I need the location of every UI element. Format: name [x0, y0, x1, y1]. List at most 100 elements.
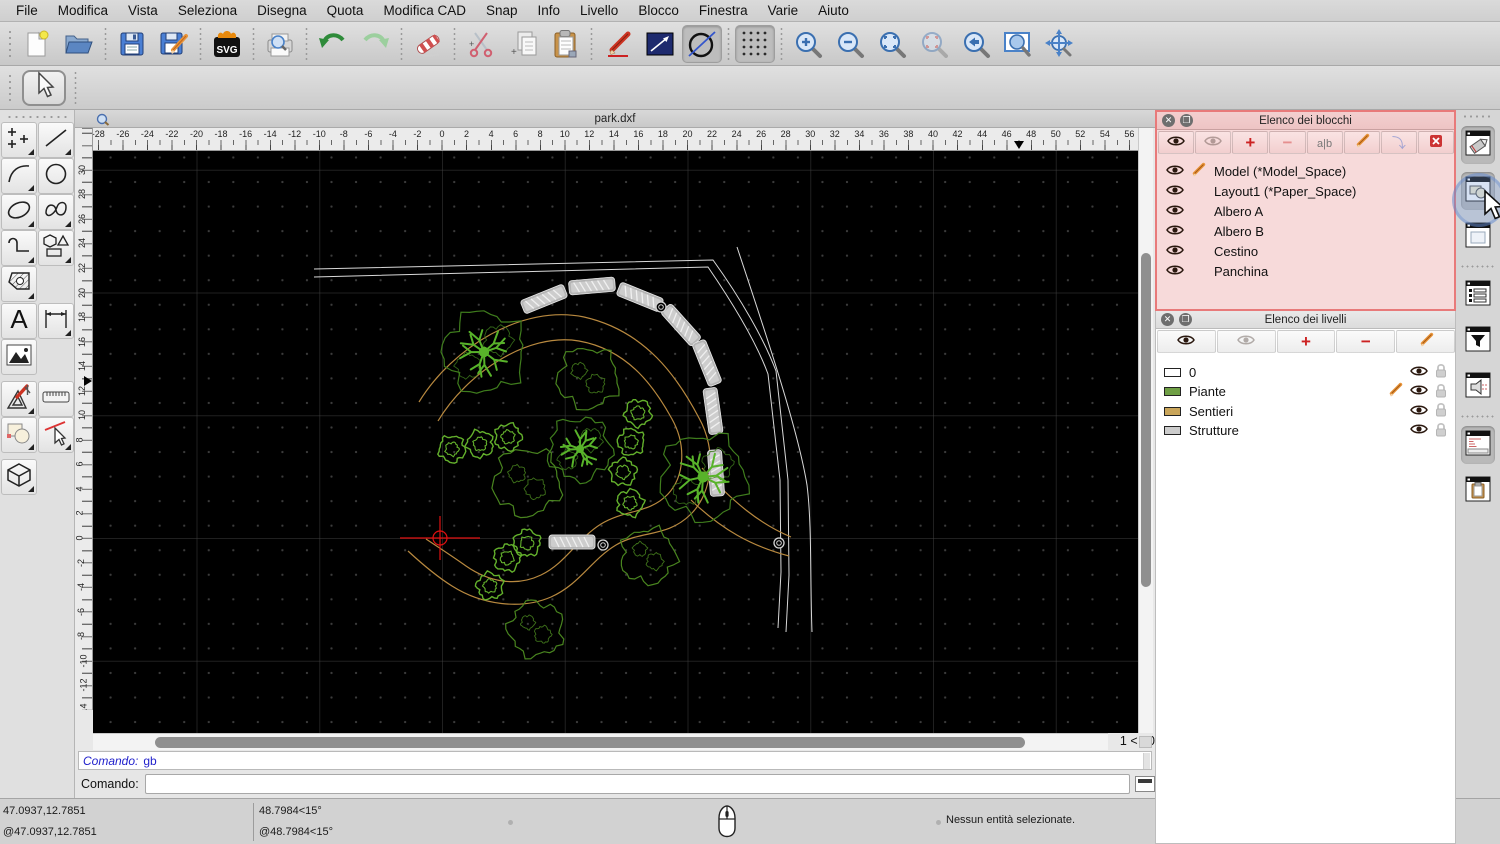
strutture-boundary-line[interactable] [313, 266, 782, 629]
menu-item-finestra[interactable]: Finestra [689, 3, 758, 18]
albero-a-block[interactable] [659, 432, 751, 524]
layer-row-sentieri[interactable]: Sentieri [1156, 401, 1455, 421]
panchina-block[interactable] [660, 303, 701, 347]
block-row-cestino[interactable]: Cestino [1157, 241, 1454, 261]
dock-layers-window-button[interactable] [1461, 276, 1495, 314]
insert-arrow-button[interactable]: ⤵ [1380, 131, 1417, 154]
lock-icon[interactable] [1435, 363, 1447, 381]
visibility-eye-icon[interactable] [1410, 365, 1428, 380]
solid-3d-tool-button[interactable] [1, 459, 37, 495]
horizontal-scrollbar-thumb[interactable] [155, 737, 1025, 748]
dock-layer-filter-window-button[interactable] [1461, 322, 1495, 360]
line-attributes-button[interactable] [640, 25, 680, 63]
polyline-tool-button[interactable] [1, 230, 37, 266]
command-history-scrollbar[interactable] [1143, 753, 1150, 769]
zoom-previous-button[interactable] [914, 25, 954, 63]
grid-toggle-button[interactable] [735, 24, 775, 63]
svg-export-button[interactable]: SVG [207, 25, 247, 63]
edit-pencil-small-button[interactable] [1343, 131, 1380, 154]
block-row-albero-a[interactable]: Albero A [1157, 201, 1454, 221]
command-input[interactable] [144, 774, 1130, 794]
panchina-block[interactable] [702, 387, 724, 435]
open-folder-button[interactable] [59, 25, 99, 63]
zoom-out-button[interactable] [830, 25, 870, 63]
add-plus-button[interactable]: + [1232, 131, 1269, 154]
menu-item-info[interactable]: Info [528, 3, 571, 18]
spline-tool-button[interactable] [38, 194, 74, 230]
cespuglio-block[interactable] [436, 434, 467, 464]
visibility-eye-icon[interactable] [1166, 204, 1184, 219]
undo-button[interactable] [313, 25, 353, 63]
cespuglio-block[interactable] [616, 427, 645, 456]
visibility-eye-icon[interactable] [1166, 264, 1184, 279]
image-tool-button[interactable] [1, 339, 37, 375]
layer-row-piante[interactable]: Piante [1156, 382, 1455, 402]
panchina-block[interactable] [707, 449, 725, 497]
cestino-block[interactable] [655, 301, 667, 313]
select-entity-tool-button[interactable] [38, 417, 74, 453]
vertical-scrollbar[interactable] [1138, 128, 1153, 733]
ellipse-tool-button[interactable] [1, 194, 37, 230]
cespuglio-block[interactable] [616, 487, 647, 519]
points-tool-button[interactable] [1, 122, 37, 158]
selection-tool-button[interactable] [22, 69, 66, 106]
delete-eraser-button[interactable] [408, 25, 448, 63]
menu-item-aiuto[interactable]: Aiuto [808, 3, 859, 18]
zoom-back-button[interactable] [956, 25, 996, 63]
circle-attributes-button[interactable] [682, 24, 722, 63]
zoom-in-button[interactable] [788, 25, 828, 63]
strutture-boundary-line[interactable] [736, 246, 813, 633]
toolbar-drag-handle[interactable] [7, 28, 13, 59]
eye-button[interactable] [1157, 330, 1216, 353]
text-tool-button[interactable]: A [1, 303, 37, 339]
menu-item-vista[interactable]: Vista [118, 3, 168, 18]
hatch-tool-button[interactable] [1, 266, 37, 302]
command-options-button[interactable] [1134, 776, 1155, 792]
visibility-eye-icon[interactable] [1166, 184, 1184, 199]
park-drawing[interactable] [93, 151, 1138, 733]
menu-item-disegna[interactable]: Disegna [247, 3, 317, 18]
document-title-bar[interactable]: park.dxf [75, 110, 1155, 128]
new-document-button[interactable] [17, 25, 57, 63]
command-history[interactable]: Comando: gb [78, 751, 1152, 770]
paste-button[interactable] [545, 25, 585, 63]
visibility-eye-icon[interactable] [1166, 164, 1184, 179]
remove-minus-faded-button[interactable]: − [1269, 131, 1306, 154]
redo-button[interactable] [355, 25, 395, 63]
zoom-window-button[interactable] [998, 25, 1038, 63]
visibility-eye-icon[interactable] [1166, 244, 1184, 259]
menu-item-snap[interactable]: Snap [476, 3, 528, 18]
add-plus-button[interactable]: + [1276, 330, 1336, 353]
block-list-titlebar[interactable]: ✕ ❐ Elenco dei blocchi [1157, 112, 1454, 130]
zoom-auto-button[interactable] [872, 25, 912, 63]
albero-a-block[interactable] [440, 310, 524, 394]
cespuglio-block[interactable] [474, 570, 506, 601]
albero-b-block[interactable] [491, 447, 564, 519]
close-icon[interactable]: ✕ [1162, 114, 1175, 127]
albero-a-block[interactable] [546, 416, 615, 485]
panchina-block[interactable] [548, 534, 596, 550]
cespuglio-block[interactable] [607, 456, 639, 487]
modify-tool-button[interactable] [1, 417, 37, 453]
dock-drag-handle[interactable] [1462, 114, 1494, 119]
cespuglio-block[interactable] [622, 399, 654, 430]
strutture-boundary-line[interactable] [313, 259, 790, 633]
circle-tool-button[interactable] [38, 158, 74, 194]
drawing-canvas[interactable] [93, 151, 1138, 733]
remove-all-button[interactable] [1417, 131, 1454, 154]
rename-ab-button[interactable]: a|b [1306, 131, 1343, 154]
menu-item-modifica[interactable]: Modifica [48, 3, 118, 18]
cespuglio-block[interactable] [493, 421, 524, 453]
dock-pen-window-button[interactable] [1461, 126, 1495, 164]
block-row-albero-b[interactable]: Albero B [1157, 221, 1454, 241]
layer-list-titlebar[interactable]: ✕ ❐ Elenco dei livelli [1156, 311, 1455, 329]
measure-tool-button[interactable] [38, 381, 74, 417]
save-button[interactable] [112, 25, 152, 63]
construction-tool-button[interactable] [1, 381, 37, 417]
block-row-layout1-paper-space-[interactable]: Layout1 (*Paper_Space) [1157, 181, 1454, 201]
panchina-block[interactable] [692, 339, 722, 387]
save-as-button[interactable] [154, 25, 194, 63]
layer-row-0[interactable]: 0 [1156, 362, 1455, 382]
detach-window-icon[interactable]: ❐ [1180, 114, 1193, 127]
visibility-eye-icon[interactable] [1410, 404, 1428, 419]
